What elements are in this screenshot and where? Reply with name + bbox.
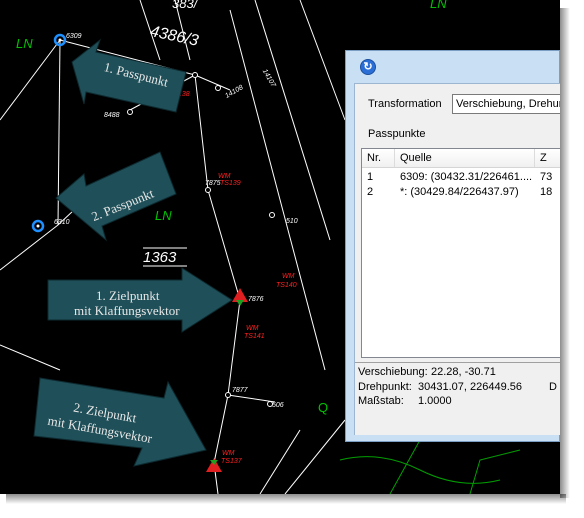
point-number: 14108: [224, 84, 244, 100]
callout-label-zielpunkt-1-line2: mit Klaffungsvektor: [74, 303, 180, 318]
verschiebung-label: Verschiebung:: [358, 366, 428, 378]
transformation-label: Transformation: [368, 98, 442, 110]
target-markers: [206, 288, 248, 472]
transformation-select[interactable]: Verschiebung, Drehung: [452, 94, 560, 114]
land-use-label: LN: [155, 208, 172, 223]
table-header: Nr. Quelle Z: [362, 149, 560, 168]
parcel-id-1363: 1363: [143, 249, 177, 266]
point-number: 8488: [104, 112, 120, 119]
window-shadow: [6, 494, 566, 504]
point-number: 510: [286, 218, 298, 225]
callout-label-zielpunkt-1-line1: 1. Zielpunkt: [96, 288, 160, 303]
callout-arrow-passpunkt-2: [55, 151, 177, 242]
transformation-dialog[interactable]: ↻ Transformation Verschiebung, Drehung P…: [345, 50, 560, 442]
red-label: TS139: [220, 180, 241, 187]
cell-quelle: *: (30429.84/226437.97): [400, 186, 519, 198]
drehpunkt-value: 30431.07, 226449.56: [418, 381, 522, 393]
cell-nr: 1: [367, 171, 374, 183]
app-icon: ↻: [360, 59, 376, 75]
land-use-label: LN: [430, 0, 447, 11]
red-label: WM: [218, 173, 231, 180]
point-number: 6309: [66, 33, 82, 40]
parcel-id-383: 383/: [172, 0, 199, 11]
land-use-boundaries: [339, 439, 521, 494]
info-separator: [355, 362, 560, 363]
red-label: WM: [222, 450, 235, 457]
parcel-id-4386-3: 4386/3: [149, 23, 201, 50]
column-header-nr[interactable]: Nr.: [362, 149, 395, 167]
passpunkte-table[interactable]: Nr. Quelle Z 1 6309: (30432.31/226461...…: [361, 148, 560, 358]
point-number: 7877: [232, 387, 249, 394]
cell-ziel: 73: [540, 171, 553, 183]
point-number: 7875: [205, 180, 221, 187]
point-number: 6310: [54, 219, 70, 226]
land-use-label: Q: [318, 400, 328, 415]
red-label: TS141: [244, 333, 265, 340]
cad-viewport[interactable]: 4386/3 383/ 1363 LN LN LN Q 6309 8484 84…: [0, 0, 560, 494]
column-header-quelle[interactable]: Quelle: [395, 149, 535, 167]
red-label: TS140: [276, 282, 297, 289]
red-label: WM: [246, 325, 259, 332]
point-number: 7876: [248, 296, 264, 303]
cell-nr: 2: [367, 186, 374, 198]
land-use-label: LN: [16, 36, 33, 51]
red-label: TS137: [221, 458, 243, 465]
window-shadow: [560, 8, 570, 498]
dialog-content: Transformation Verschiebung, Drehung Pas…: [354, 83, 560, 435]
verschiebung-value: 22.28, -30.71: [431, 366, 496, 378]
massstab-label: Maßstab:: [358, 395, 404, 407]
point-number: 506: [272, 402, 284, 409]
survey-points: [127, 72, 275, 407]
drehpunkt-label: Drehpunkt:: [358, 381, 412, 393]
point-number: 14107: [261, 68, 277, 89]
red-label: WM: [282, 273, 295, 280]
passpunkte-label: Passpunkte: [368, 128, 426, 140]
drehpunkt-suffix: D: [549, 381, 557, 393]
cell-ziel: 18: [540, 186, 553, 198]
massstab-value: 1.0000: [418, 395, 452, 407]
cell-quelle: 6309: (30432.31/226461....: [400, 171, 533, 183]
column-header-ziel[interactable]: Z: [535, 149, 560, 167]
dialog-titlebar[interactable]: ↻: [346, 51, 559, 83]
